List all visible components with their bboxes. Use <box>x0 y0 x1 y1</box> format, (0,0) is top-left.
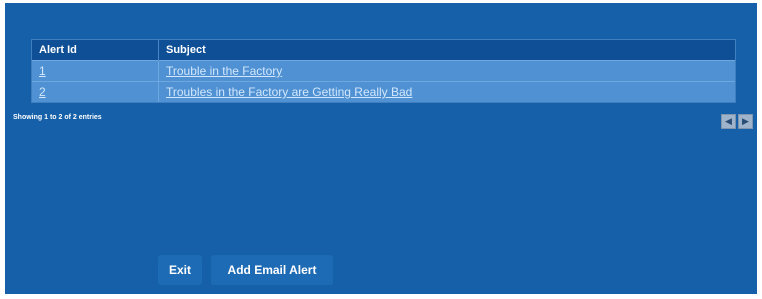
pagination: ◀ ▶ <box>721 114 753 129</box>
alerts-panel: Alert Id Subject 1 Trouble in the Factor… <box>5 3 757 294</box>
exit-button[interactable]: Exit <box>158 255 202 285</box>
alert-id-cell: 1 <box>32 60 159 82</box>
chevron-right-icon[interactable]: ▶ <box>738 114 753 129</box>
table-row: 1 Trouble in the Factory <box>32 60 735 82</box>
alert-id-link[interactable]: 2 <box>39 85 46 99</box>
alert-id-cell: 2 <box>32 81 159 102</box>
add-email-alert-button[interactable]: Add Email Alert <box>211 255 333 285</box>
column-header-alert-id[interactable]: Alert Id <box>32 40 159 61</box>
alerts-table: Alert Id Subject 1 Trouble in the Factor… <box>31 39 736 103</box>
table-header-row: Alert Id Subject <box>32 40 735 61</box>
subject-cell: Troubles in the Factory are Getting Real… <box>158 81 735 102</box>
alert-id-link[interactable]: 1 <box>39 64 46 78</box>
subject-link[interactable]: Troubles in the Factory are Getting Real… <box>166 85 412 99</box>
subject-link[interactable]: Trouble in the Factory <box>166 64 282 78</box>
subject-cell: Trouble in the Factory <box>158 60 735 82</box>
table-info: Showing 1 to 2 of 2 entries <box>13 114 102 121</box>
table-row: 2 Troubles in the Factory are Getting Re… <box>32 81 735 102</box>
column-header-subject[interactable]: Subject <box>158 40 735 61</box>
chevron-left-icon[interactable]: ◀ <box>721 114 736 129</box>
